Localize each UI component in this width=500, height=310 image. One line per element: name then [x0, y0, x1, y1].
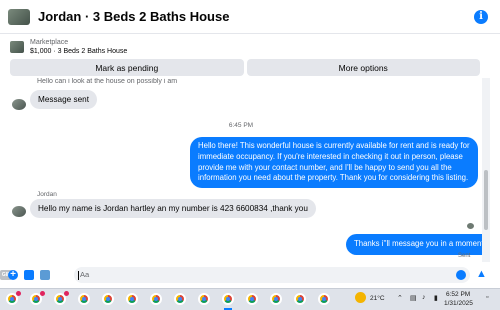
- battery-icon[interactable]: ▮: [434, 294, 438, 302]
- message-input-placeholder: Aa: [80, 270, 90, 279]
- notification-badge: [16, 291, 21, 296]
- photo-icon[interactable]: [24, 270, 34, 280]
- more-options-button[interactable]: More options: [246, 59, 480, 76]
- listing-summary[interactable]: Marketplace $1,000 · 3 Beds 2 Baths Hous…: [0, 36, 500, 58]
- clock-date[interactable]: 1/31/2025: [444, 300, 473, 307]
- listing-detail: $1,000 · 3 Beds 2 Baths House: [30, 48, 128, 55]
- info-icon[interactable]: i: [474, 10, 488, 24]
- messenger-window: Jordan · 3 Beds 2 Baths House i Marketpl…: [0, 0, 500, 288]
- listing-image: [10, 41, 24, 53]
- notification-badge: [40, 291, 45, 296]
- cut-off-message: Hello can i look at the house on possibl…: [37, 78, 178, 85]
- chrome-icon[interactable]: [318, 293, 330, 305]
- tray-chevron-icon[interactable]: ⌃: [397, 294, 403, 302]
- timestamp: 6:45 PM: [228, 122, 254, 129]
- outgoing-message-2: Thanks i''ll message you in a moment: [346, 234, 482, 255]
- sticker-icon[interactable]: [40, 270, 50, 280]
- volume-icon[interactable]: ♪: [422, 294, 426, 301]
- chat-title[interactable]: Jordan · 3 Beds 2 Baths House: [38, 9, 229, 24]
- network-icon[interactable]: ▤: [410, 294, 417, 302]
- chrome-icon[interactable]: [102, 293, 114, 305]
- composer: + GIF Aa ▲: [0, 264, 500, 286]
- message-sent-bubble: Message sent: [30, 90, 97, 109]
- notification-badge: [64, 291, 69, 296]
- temperature[interactable]: 21°C: [370, 295, 385, 302]
- chrome-icon[interactable]: [150, 293, 162, 305]
- chrome-icon[interactable]: [174, 293, 186, 305]
- listing-source: Marketplace: [30, 39, 69, 46]
- outgoing-message-1: Hello there! This wonderful house is cur…: [190, 137, 478, 189]
- chrome-icon[interactable]: [78, 293, 90, 305]
- clock-time[interactable]: 6:52 PM: [446, 291, 470, 298]
- sent-status: Sent: [458, 253, 471, 259]
- chrome-icon[interactable]: [246, 293, 258, 305]
- chrome-icon[interactable]: [270, 293, 282, 305]
- incoming-message-2: Hello my name is Jordan hartley an my nu…: [30, 199, 316, 218]
- chrome-icon[interactable]: [198, 293, 210, 305]
- thumbs-up-icon[interactable]: ▲: [476, 269, 488, 280]
- seen-indicator-avatar: [467, 223, 474, 229]
- conversation-scrollbar[interactable]: [482, 78, 490, 262]
- listing-actions: Mark as pending More options: [10, 59, 480, 76]
- chrome-icon[interactable]: [126, 293, 138, 305]
- chrome-icon[interactable]: [222, 293, 234, 305]
- plus-icon[interactable]: +: [8, 270, 18, 280]
- message-input[interactable]: Aa: [74, 267, 470, 283]
- contact-avatar[interactable]: [12, 206, 26, 217]
- conversation-area[interactable]: Hello can i look at the house on possibl…: [0, 78, 482, 262]
- chat-header: Jordan · 3 Beds 2 Baths House i: [0, 0, 500, 34]
- text-caret: [78, 270, 79, 280]
- contact-avatar[interactable]: [12, 99, 26, 110]
- listing-thumbnail[interactable]: [8, 8, 30, 25]
- sender-name: Jordan: [37, 191, 57, 198]
- mark-as-pending-button[interactable]: Mark as pending: [10, 59, 244, 76]
- weather-icon[interactable]: [355, 292, 366, 303]
- scrollbar-thumb[interactable]: [484, 170, 488, 230]
- chrome-icon[interactable]: [294, 293, 306, 305]
- listing-text: Marketplace $1,000 · 3 Beds 2 Baths Hous…: [30, 38, 127, 56]
- emoji-icon[interactable]: [456, 270, 466, 280]
- notification-icon[interactable]: ▫: [486, 294, 488, 301]
